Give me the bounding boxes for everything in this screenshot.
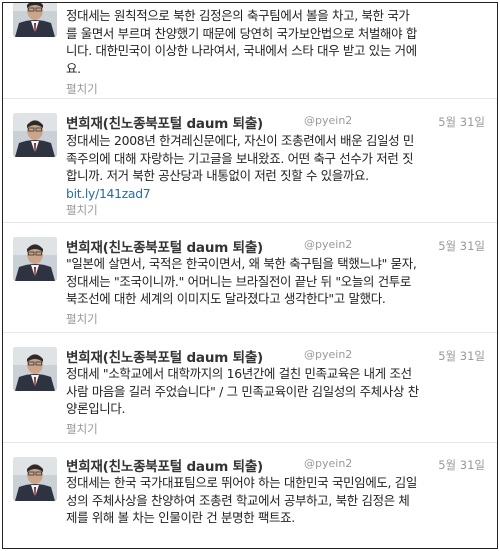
avatar[interactable] xyxy=(13,347,57,391)
user-name[interactable]: 변희재(친노종북포털 daum 퇴출) xyxy=(66,236,263,256)
tweet-date[interactable]: 5월 31일 xyxy=(438,457,485,473)
tweet-text: 정대세는 한국 국가대표팀으로 뛰어야 하는 대한민국 국민임에도, 김일 성의… xyxy=(66,475,417,525)
tweet-date[interactable]: 5월 31일 xyxy=(438,238,485,254)
user-handle[interactable]: @pyein2 xyxy=(304,457,352,470)
user-name[interactable]: 변희재(친노종북포털 daum 퇴출) xyxy=(66,455,263,475)
tweet-text: 정대세는 2008년 한겨레신문에다, 자신이 조총련에서 배운 김일성 민 족… xyxy=(66,132,482,202)
tweet-date[interactable]: 5월 31일 xyxy=(438,114,485,130)
avatar[interactable] xyxy=(13,237,57,281)
profile-photo xyxy=(13,237,57,281)
tweet-timeline: 정대세는 원칙적으로 북한 김정은의 축구팀에서 볼을 차고, 북한 국가 를 … xyxy=(2,2,498,549)
tweet-item: 변희재(친노종북포털 daum 퇴출) @pyein2 5월 31일 "일본에 … xyxy=(3,223,497,333)
tweet-item: 변희재(친노종북포털 daum 퇴출) @pyein2 5월 31일 정대세는 … xyxy=(3,99,497,223)
tweet-item: 정대세는 원칙적으로 북한 김정은의 축구팀에서 볼을 차고, 북한 국가 를 … xyxy=(3,3,497,99)
tweet-text: "일본에 살면서, 국적은 한국이면서, 왜 북한 축구팀을 택했느냐" 묻자,… xyxy=(66,256,417,306)
tweet-link[interactable]: bit.ly/141zad7 xyxy=(66,185,482,203)
profile-photo xyxy=(13,3,57,37)
tweet-date[interactable]: 5월 31일 xyxy=(438,348,485,364)
tweet-header: 변희재(친노종북포털 daum 퇴출) @pyein2 5월 31일 xyxy=(66,112,485,134)
tweet-text: 정대세 "소학교에서 대학까지의 16년간에 걸친 민족교육은 내게 조선 사람… xyxy=(66,366,419,416)
user-handle[interactable]: @pyein2 xyxy=(304,348,352,361)
user-name[interactable]: 변희재(친노종북포털 daum 퇴출) xyxy=(66,112,263,132)
tweet-text: 정대세는 원칙적으로 북한 김정은의 축구팀에서 볼을 차고, 북한 국가 를 … xyxy=(66,8,417,76)
profile-photo xyxy=(13,113,57,157)
expand-link[interactable]: 펼치기 xyxy=(66,311,98,327)
user-handle[interactable]: @pyein2 xyxy=(304,238,352,251)
avatar[interactable] xyxy=(13,113,57,157)
profile-photo xyxy=(13,457,57,501)
tweet-item: 변희재(친노종북포털 daum 퇴출) @pyein2 5월 31일 정대세 "… xyxy=(3,333,497,443)
avatar[interactable] xyxy=(13,457,57,501)
avatar[interactable] xyxy=(13,3,57,37)
tweet-item: 변희재(친노종북포털 daum 퇴출) @pyein2 5월 31일 정대세는 … xyxy=(3,443,497,548)
user-name[interactable]: 변희재(친노종북포털 daum 퇴출) xyxy=(66,346,263,366)
expand-link[interactable]: 펼치기 xyxy=(66,421,98,437)
profile-photo xyxy=(13,347,57,391)
expand-link[interactable]: 펼치기 xyxy=(66,81,98,97)
expand-link[interactable]: 펼치기 xyxy=(66,202,98,218)
user-handle[interactable]: @pyein2 xyxy=(304,114,352,127)
